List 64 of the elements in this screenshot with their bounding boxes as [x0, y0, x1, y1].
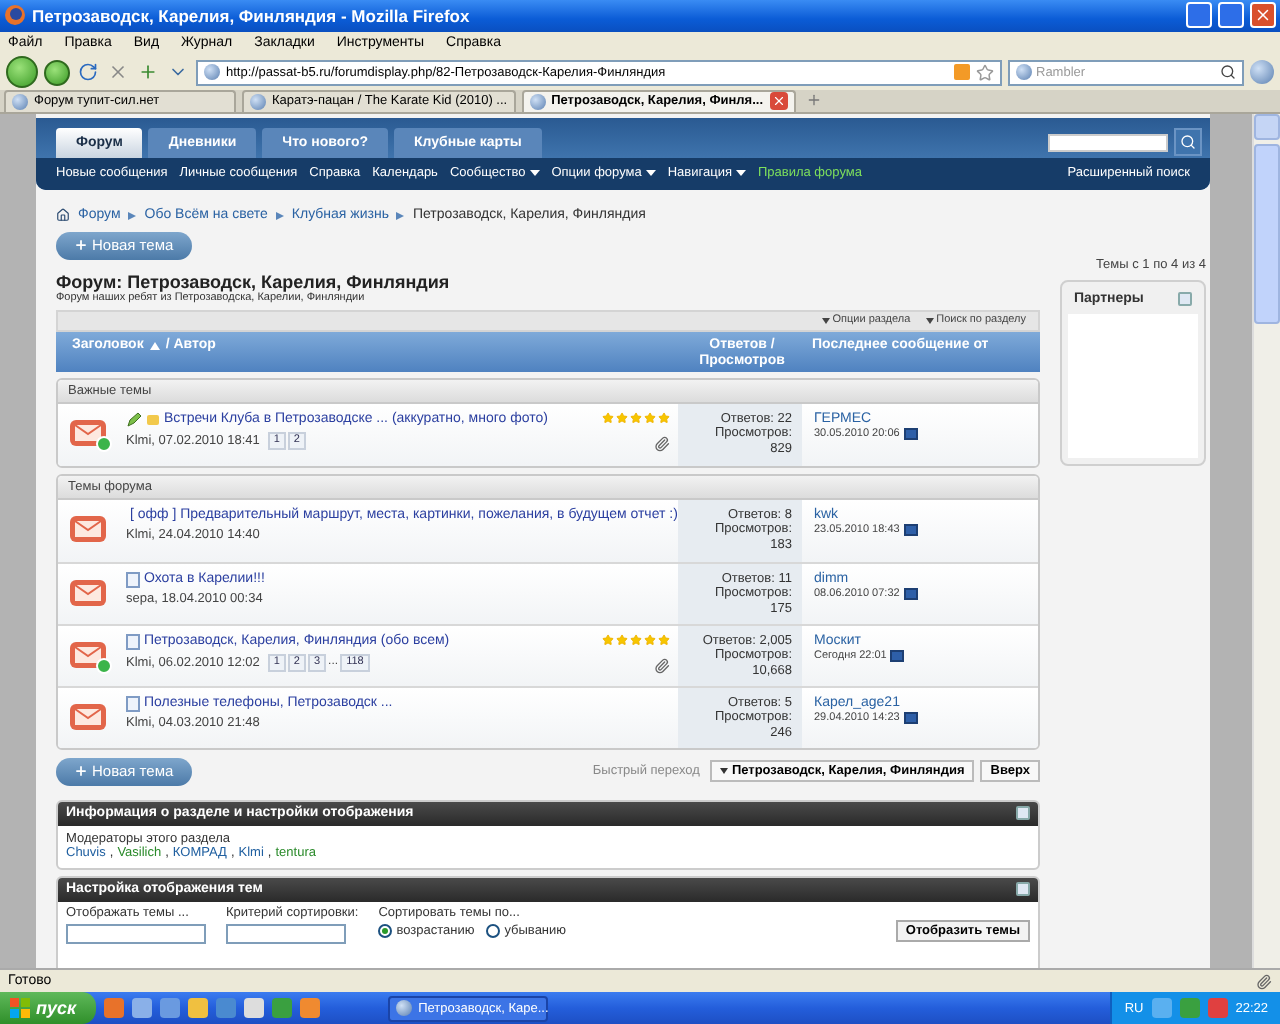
- go-to-post-icon[interactable]: [903, 711, 918, 724]
- windows-logo-icon: [10, 998, 30, 1018]
- select-field[interactable]: [226, 923, 346, 944]
- globe-icon: [1016, 64, 1032, 81]
- plus-icon: [138, 62, 158, 83]
- quick-launch-icon[interactable]: [244, 998, 265, 1018]
- home-icon: [56, 208, 70, 223]
- document-icon: [126, 695, 140, 712]
- search-icon: [1220, 64, 1236, 81]
- status-icon: [1256, 973, 1272, 989]
- plus-icon: [74, 764, 88, 779]
- forum-search-field[interactable]: [1048, 133, 1168, 152]
- back-button[interactable]: [6, 56, 38, 89]
- caret-icon: [529, 170, 540, 177]
- globe-icon: [250, 93, 266, 110]
- rss-icon: [954, 64, 970, 81]
- globe-icon: [1250, 60, 1274, 85]
- go-to-post-icon[interactable]: [903, 523, 918, 536]
- arrow-icon: [275, 211, 284, 220]
- caret-icon: [735, 170, 746, 177]
- document-icon: [126, 571, 140, 588]
- search-button[interactable]: [1174, 127, 1202, 156]
- radio-selected-icon[interactable]: [378, 923, 393, 938]
- arrow-icon: [128, 211, 137, 220]
- select-field[interactable]: [66, 923, 206, 944]
- minimize-button[interactable]: [1186, 2, 1212, 29]
- forward-button[interactable]: [44, 59, 70, 86]
- caret-icon: [822, 317, 831, 324]
- collapse-icon[interactable]: [1016, 806, 1030, 821]
- go-to-post-icon[interactable]: [890, 649, 905, 662]
- quick-launch-icon[interactable]: [132, 998, 153, 1018]
- window-title: Петрозаводск, Карелия, Финляндия - Mozilla Firefox: [32, 5, 472, 26]
- globe-icon: [529, 93, 546, 110]
- close-icon[interactable]: [769, 92, 788, 111]
- reload-icon: [78, 62, 98, 83]
- quick-launch-icon[interactable]: [188, 998, 209, 1018]
- caret-icon: [719, 768, 728, 775]
- go-to-post-icon[interactable]: [903, 587, 918, 600]
- go-to-post-icon[interactable]: [903, 427, 918, 440]
- browser-logo-icon: [4, 4, 26, 27]
- radio-icon[interactable]: [486, 923, 501, 938]
- caret-icon: [645, 170, 656, 177]
- close-icon: [1254, 6, 1272, 25]
- forum-title: Форум: Петрозаводск, Карелия, Финляндия: [56, 271, 452, 292]
- close-button[interactable]: [1250, 2, 1276, 29]
- plus-icon: [74, 238, 88, 253]
- scrollbar[interactable]: [1252, 113, 1280, 969]
- folder-icon: [146, 413, 160, 426]
- pencil-icon: [126, 411, 142, 428]
- globe-icon: [204, 64, 220, 81]
- globe-icon: [396, 1000, 413, 1016]
- globe-icon: [12, 93, 28, 110]
- quick-launch-icon[interactable]: [300, 998, 321, 1018]
- caret-icon: [926, 317, 935, 324]
- sort-arrow-icon[interactable]: [149, 341, 160, 350]
- collapse-icon[interactable]: [1016, 882, 1030, 897]
- star-icon: [976, 63, 994, 82]
- stop-icon: [108, 62, 128, 83]
- arrow-icon: [396, 211, 405, 220]
- plus-icon: [805, 91, 822, 108]
- search-icon: [1180, 133, 1196, 150]
- document-icon: [126, 633, 140, 650]
- maximize-button[interactable]: [1218, 2, 1244, 29]
- reload-button[interactable]: [76, 60, 100, 85]
